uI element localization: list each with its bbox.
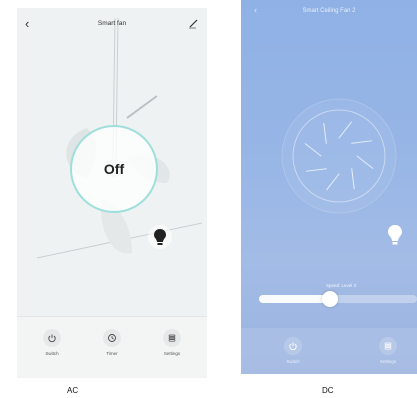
dc-caption: DC [322,386,334,395]
power-icon [43,329,61,347]
settings-icon [379,337,397,355]
speed-level-label: Speed: Level 3 [325,283,357,288]
page-title: Smart fan [97,20,127,27]
timer-button[interactable]: Timer [92,329,132,356]
power-state-text: Off [103,161,125,177]
switch-button[interactable]: Switch [273,337,313,364]
switch-label: Switch [45,351,59,356]
ac-phone-screen: ‹ Smart fan Off Switch Timer Settings [17,8,207,378]
power-state-ring[interactable]: Off [70,125,158,213]
fan-blades-graphic [281,98,397,214]
speed-slider-fill [259,295,331,303]
settings-label: Settings [379,359,397,364]
ac-caption: AC [67,386,79,395]
page-title: Smart Ceiling Fan 2 [302,8,356,14]
timer-label: Timer [106,351,118,356]
clock-icon [103,329,121,347]
switch-label: Switch [286,359,300,364]
bottom-action-bar: Switch Timer Settings [17,316,207,378]
settings-button[interactable]: Settings [152,329,192,356]
settings-label: Settings [163,351,181,356]
light-bulb-button[interactable] [148,225,172,249]
settings-button[interactable]: Settings [368,337,408,364]
light-bulb-icon[interactable] [385,223,405,249]
settings-icon [163,329,181,347]
bottom-action-bar: Switch Settings [241,328,417,374]
switch-button[interactable]: Switch [32,329,72,356]
speed-slider-knob[interactable] [322,291,339,307]
dc-phone-screen: ‹ Smart Ceiling Fan 2 Speed: Level 3 Swi… [241,0,417,374]
light-bulb-icon [154,229,166,245]
top-bar: ‹ Smart fan [17,8,207,38]
edit-pencil-icon[interactable] [187,17,199,29]
power-icon [284,337,302,355]
